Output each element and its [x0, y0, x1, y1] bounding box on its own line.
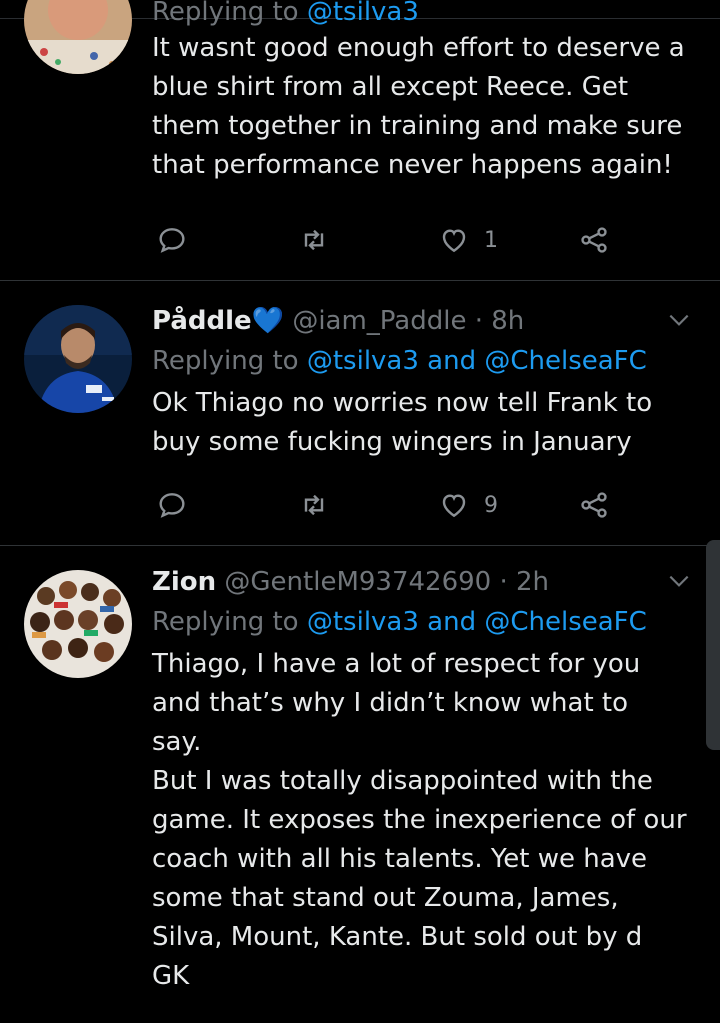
tweet-header: Zion @GentleM93742690 · 2h: [152, 562, 690, 602]
like-button[interactable]: 1: [438, 218, 498, 262]
reply-icon: [159, 228, 185, 253]
reply-mentions[interactable]: @tsilva3 and @ChelseaFC: [307, 607, 647, 637]
display-name[interactable]: Påddle💙: [152, 306, 284, 336]
share-icon: [581, 492, 607, 518]
avatar-paddle[interactable]: [24, 305, 132, 413]
tweet-actions: 1: [152, 218, 622, 262]
heart-icon: [442, 229, 466, 253]
tweet-1[interactable]: Replying to @tsilva3 It wasnt good enoug…: [0, 0, 720, 280]
timestamp: · 2h: [499, 567, 550, 597]
reply-button[interactable]: [156, 218, 188, 262]
heart-icon: [442, 494, 466, 518]
retweet-button[interactable]: [298, 483, 330, 527]
tweet-header: Påddle💙 @iam_Paddle · 8h: [152, 301, 690, 341]
reply-button[interactable]: [156, 483, 188, 527]
replying-label: Replying to: [152, 0, 307, 27]
replying-to: Replying to @tsilva3 and @ChelseaFC: [152, 341, 690, 381]
retweet-icon: [304, 494, 324, 516]
like-count: 1: [484, 227, 498, 253]
display-name[interactable]: Zion: [152, 567, 216, 597]
like-button[interactable]: 9: [438, 483, 498, 527]
share-button[interactable]: [578, 218, 610, 262]
reply-mentions[interactable]: @tsilva3: [307, 0, 419, 27]
handle[interactable]: @GentleM93742690: [224, 567, 491, 597]
tweet-actions: 9: [152, 483, 622, 527]
timestamp: · 8h: [474, 306, 525, 336]
retweet-icon: [304, 229, 324, 251]
tweet-text: Ok Thiago no worries now tell Frank to b…: [152, 388, 653, 457]
tweet-2[interactable]: Påddle💙 @iam_Paddle · 8h Replying to @ts…: [0, 281, 720, 545]
share-icon: [581, 227, 607, 253]
retweet-button[interactable]: [298, 218, 330, 262]
avatar-user-1[interactable]: [24, 0, 132, 74]
share-button[interactable]: [578, 483, 610, 527]
replying-to: Replying to @tsilva3: [152, 0, 690, 32]
reply-mentions[interactable]: @tsilva3 and @ChelseaFC: [307, 346, 647, 376]
tweet-text: It wasnt good enough effort to deserve a…: [152, 33, 685, 180]
tweet-3[interactable]: Zion @GentleM93742690 · 2h Replying to @…: [0, 546, 720, 1023]
replying-label: Replying to: [152, 346, 299, 376]
avatar-zion[interactable]: [24, 570, 132, 678]
chevron-down-icon[interactable]: [666, 568, 692, 594]
handle[interactable]: @iam_Paddle: [292, 306, 466, 336]
replying-label: Replying to: [152, 607, 299, 637]
chevron-down-icon[interactable]: [666, 307, 692, 333]
reply-icon: [159, 493, 185, 518]
tweet-text: Thiago, I have a lot of respect for you …: [152, 649, 687, 991]
replying-to: Replying to @tsilva3 and @ChelseaFC: [152, 602, 690, 642]
like-count: 9: [484, 492, 498, 518]
scrollbar[interactable]: [706, 540, 720, 750]
